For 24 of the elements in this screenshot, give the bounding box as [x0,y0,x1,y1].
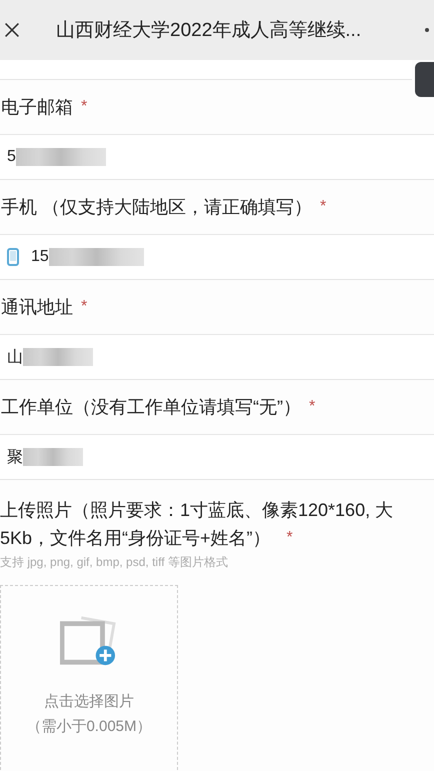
required-mark: * [320,198,326,216]
page-title: 山西财经大学2022年成人高等继续... [56,19,362,43]
phone-icon [7,248,19,266]
field-label: 5Kb，文件名用“身份证号+姓名”） [0,527,271,550]
upload-text: 点击选择图片 [44,692,134,711]
required-mark: * [286,529,293,547]
blurred-text [23,348,93,366]
field-label: 手机 （仅支持大陆地区，请正确填写） [1,196,312,219]
field-label: 工作单位（没有工作单位请填写“无”） [1,396,301,419]
field-label: 通讯地址 [1,296,73,319]
required-mark: * [81,98,88,116]
close-icon[interactable] [4,22,20,38]
field-value: 聚 [7,448,23,468]
required-mark: * [81,298,88,316]
blurred-text [23,448,83,466]
field-label: 电子邮箱 [1,96,73,119]
format-hint: 支持 jpg, png, gif, bmp, psd, tiff 等图片格式 [0,554,229,571]
field-label: 上传照片（照片要求：1寸蓝底、像素120*160, 大 [0,500,394,520]
field-value: 15 [31,248,49,266]
field-value: 5 [7,148,16,166]
field-value: 山 [7,348,23,368]
upload-text: （需小于0.005M） [26,717,152,736]
add-image-icon [60,614,118,668]
required-mark: * [309,398,316,416]
